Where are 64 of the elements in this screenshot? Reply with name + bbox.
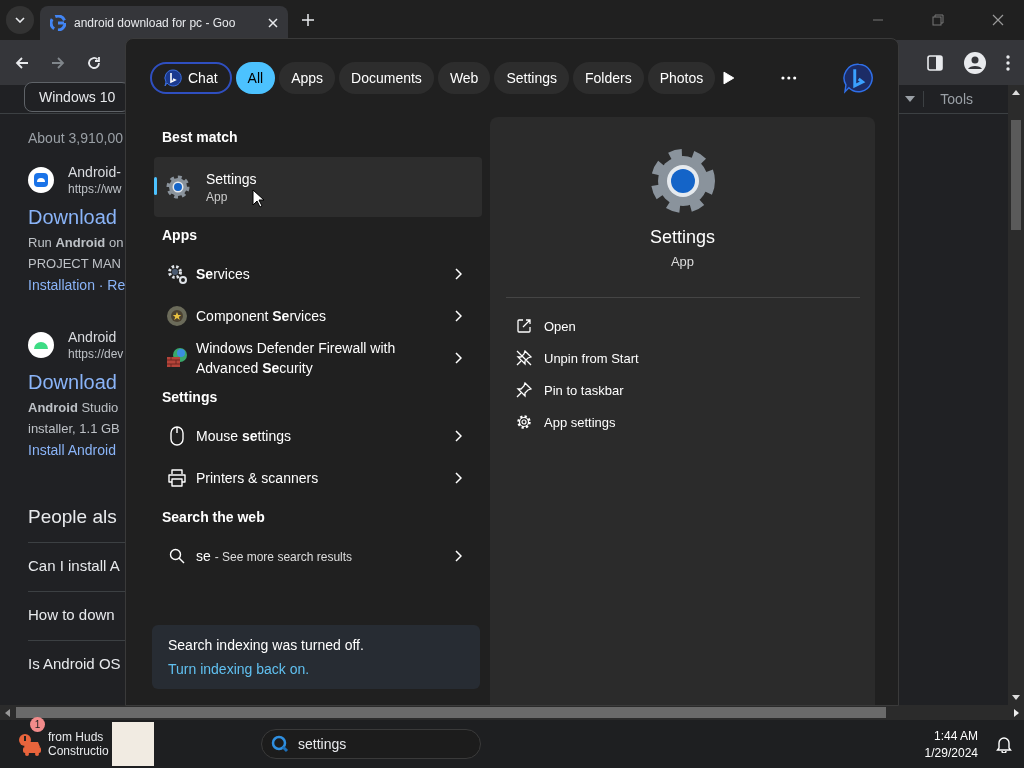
result-item[interactable]: Mouse settings — [154, 415, 482, 457]
clock-time: 1:44 AM — [933, 728, 978, 743]
taskbar-search-field[interactable]: settings — [261, 729, 481, 759]
section-heading: Apps — [161, 226, 198, 245]
site-url: https://dev — [68, 347, 124, 361]
item-label: Services — [196, 265, 251, 284]
action-label: Open — [544, 318, 576, 334]
action-label: Pin to taskbar — [544, 382, 624, 398]
site-url: https://ww — [68, 182, 122, 196]
item-label: Printers & scanners — [196, 469, 320, 488]
app-title: Settings — [649, 227, 715, 248]
section-heading: Settings — [161, 388, 219, 407]
result-stats: About 3,910,00 — [28, 130, 123, 146]
site-name: Android — [68, 329, 118, 345]
turn-indexing-link[interactable]: Turn indexing back on. — [168, 661, 310, 677]
item-title: Settings — [206, 170, 257, 187]
clock-date: 1/29/2024 — [924, 745, 978, 760]
result-snippet: PROJECT MAN — [28, 256, 121, 271]
action-label: App settings — [544, 414, 616, 430]
action-label: Unpin from Start — [544, 350, 639, 366]
site-name: Android- — [68, 164, 122, 180]
result-item[interactable]: se - See more search results — [154, 535, 482, 577]
item-label: Mouse settings — [196, 427, 292, 446]
item-subtitle: App — [206, 189, 229, 204]
sitelinks[interactable]: Installation · Re — [28, 277, 126, 293]
widget-subtitle: Constructio — [48, 744, 110, 758]
search-query: se — [196, 547, 211, 564]
action-item[interactable]: App settings — [516, 406, 875, 438]
chat-filter[interactable]: Chat — [150, 62, 232, 94]
clock[interactable]: 1:44 AM 1/29/2024 — [924, 728, 978, 760]
search-hint: - See more search results — [214, 549, 353, 564]
result-item[interactable]: Windows Defender Firewall with Advanced Security — [154, 337, 482, 379]
action-item[interactable]: Open — [516, 310, 875, 342]
sitelinks[interactable]: Install Android — [28, 442, 116, 458]
tools-link[interactable]: Tools — [923, 91, 973, 107]
section-heading: Best match — [161, 128, 239, 147]
filter-pill[interactable]: Web — [437, 62, 491, 94]
filter-pill[interactable]: Photos — [647, 62, 716, 94]
action-item[interactable]: Unpin from Start — [516, 342, 875, 374]
filter-pill[interactable]: Settings — [494, 62, 569, 94]
widget-headline: from Huds — [48, 730, 105, 744]
filter-pill[interactable]: Apps — [279, 62, 336, 94]
result-title-link[interactable]: Download — [28, 206, 117, 229]
section-heading: Search the web — [161, 508, 266, 527]
app-type: App — [670, 254, 695, 269]
item-label: Windows Defender Firewall with Advanced Security — [196, 339, 397, 378]
result-snippet: Android Studio — [28, 400, 119, 415]
tab-title: android download for pc - Goo — [74, 16, 237, 30]
action-item[interactable]: Pin to taskbar — [516, 374, 875, 406]
result-item[interactable]: Services — [154, 253, 482, 295]
filter-pill[interactable]: All — [235, 62, 276, 94]
filter-pill[interactable]: Folders — [573, 62, 644, 94]
result-item[interactable]: Printers & scanners — [154, 457, 482, 499]
result-snippet: Run Android on — [28, 235, 124, 250]
news-widget[interactable]: 1 from Huds Constructio — [18, 720, 258, 768]
item-label: Component Services — [196, 307, 327, 326]
people-also-ask-heading: People als — [28, 506, 117, 529]
notice-text: Search indexing was turned off. — [168, 637, 365, 653]
result-item[interactable]: Component Services — [154, 295, 482, 337]
browser-tab[interactable]: android download for pc - Goo — [40, 6, 288, 40]
filter-pill[interactable]: Documents — [339, 62, 434, 94]
result-snippet: installer, 1.1 GB — [28, 421, 120, 436]
result-title-link[interactable]: Download — [28, 371, 117, 394]
best-match-item[interactable]: Settings App — [154, 157, 482, 217]
